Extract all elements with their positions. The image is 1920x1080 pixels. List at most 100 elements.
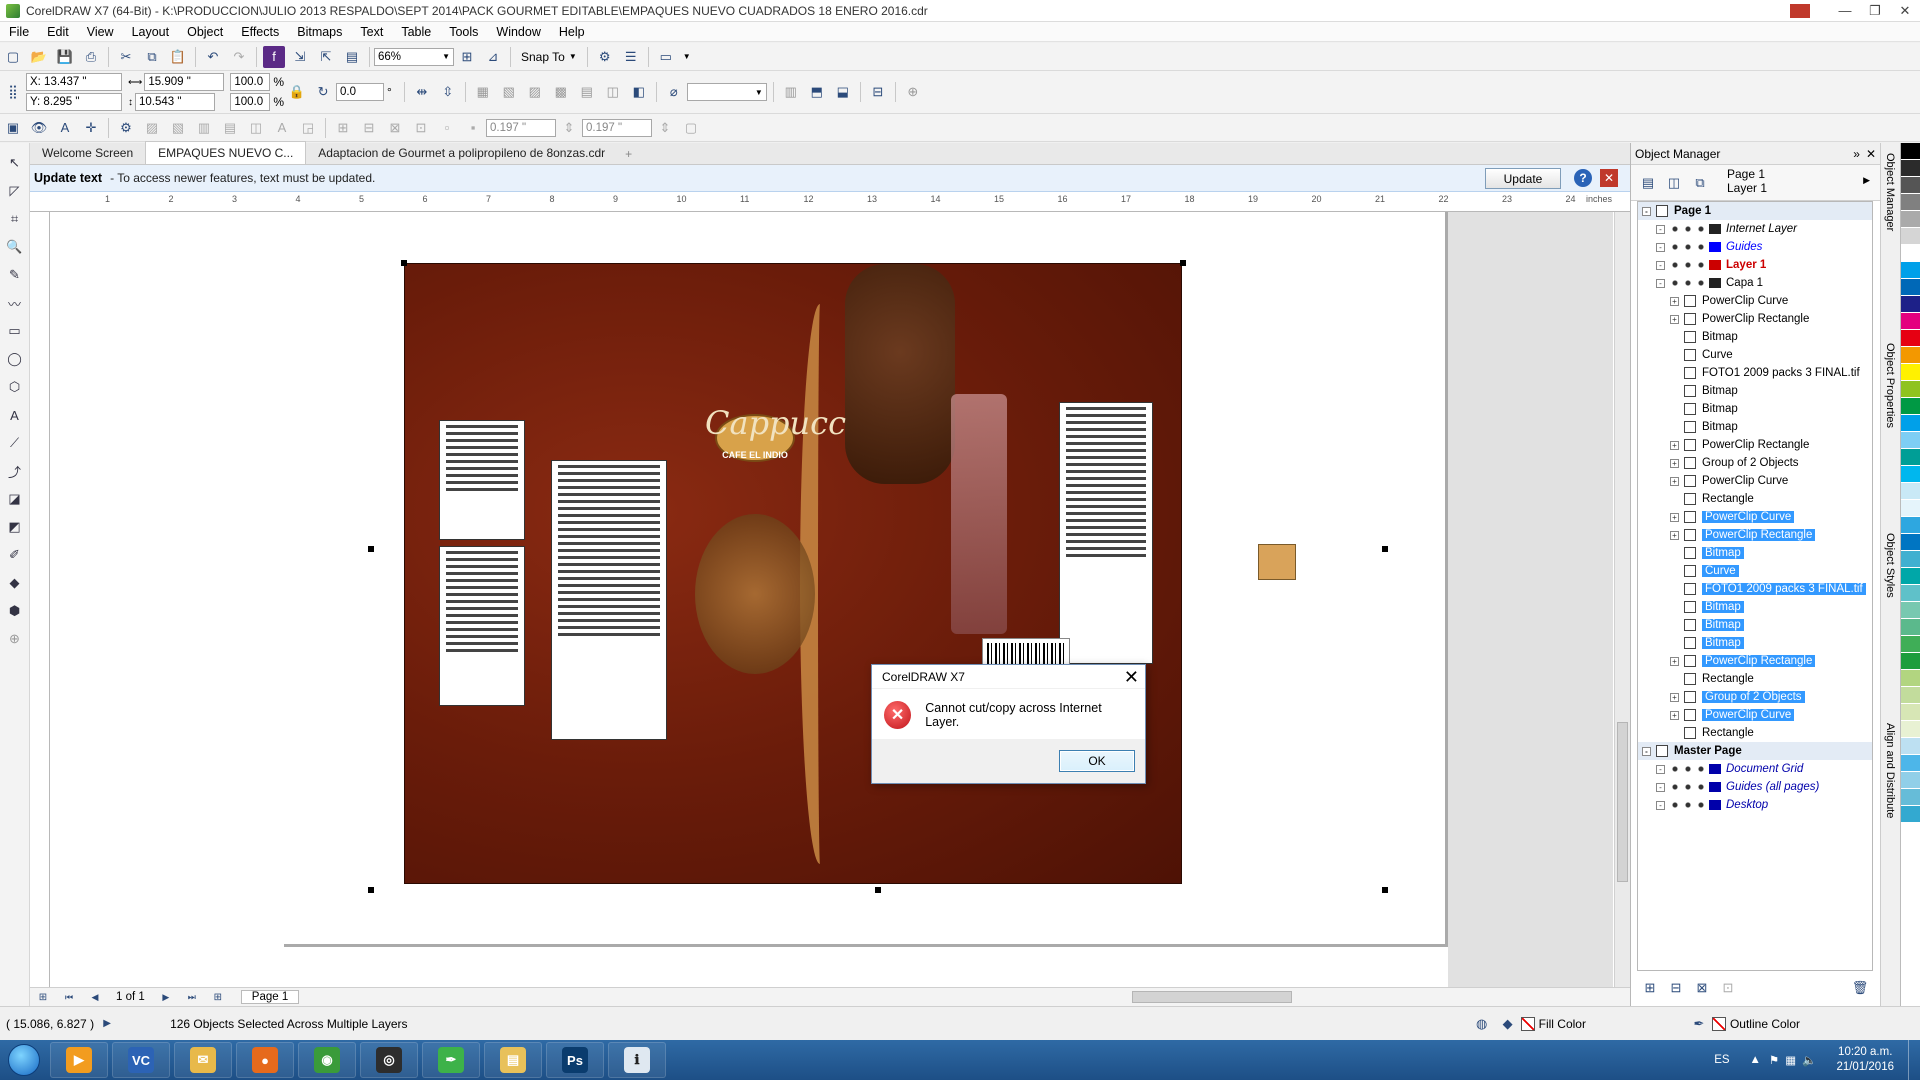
- palette-swatch[interactable]: [1901, 279, 1920, 296]
- nudge-distance-input[interactable]: 0.197 ": [486, 118, 556, 137]
- tree-layer-row[interactable]: - Guides (all pages): [1638, 778, 1872, 796]
- palette-swatch[interactable]: [1901, 364, 1920, 381]
- menu-layout[interactable]: Layout: [123, 25, 179, 39]
- print-icon[interactable]: [1683, 783, 1693, 791]
- last-page-icon[interactable]: ⏭: [181, 986, 203, 1008]
- rotate-icon[interactable]: ↻: [312, 81, 334, 103]
- show-rulers-icon[interactable]: ⊿: [482, 46, 504, 68]
- expand-toggle-icon[interactable]: +: [1670, 512, 1679, 522]
- palette-swatch[interactable]: [1901, 381, 1920, 398]
- next-page-icon[interactable]: ▶: [155, 986, 177, 1008]
- dimmed-tool-icon[interactable]: ▤: [219, 117, 241, 139]
- publish-pdf-icon[interactable]: ▤: [341, 46, 363, 68]
- dimmed-tool-icon[interactable]: ⊟: [358, 117, 380, 139]
- selection-handle[interactable]: [1180, 260, 1186, 266]
- taskbar-app-firefox[interactable]: ●: [236, 1042, 294, 1078]
- outline-pen-icon[interactable]: ✒: [1688, 1013, 1710, 1035]
- eye-icon[interactable]: [1670, 765, 1680, 773]
- horizontal-scroll-thumb[interactable]: [1132, 991, 1292, 1003]
- tree-object-row[interactable]: + PowerClip Rectangle: [1638, 436, 1872, 454]
- expand-toggle-icon[interactable]: -: [1656, 764, 1665, 774]
- delete-icon[interactable]: 🗑: [1849, 977, 1871, 999]
- duplicate-distance-input[interactable]: 0.197 ": [582, 118, 652, 137]
- tree-object-row[interactable]: + PowerClip Rectangle: [1638, 526, 1872, 544]
- horizontal-ruler[interactable]: inches 1 2 3 4 5 6 7 8 9 10 11 12 13 14 15 16 17 18 19 20 21…: [30, 192, 1630, 212]
- to-back-icon[interactable]: ⬓: [832, 81, 854, 103]
- group-icon[interactable]: ▦: [472, 81, 494, 103]
- pick-tool-icon[interactable]: ↖: [4, 152, 26, 174]
- tree-object-row[interactable]: Bitmap: [1638, 418, 1872, 436]
- drawing-canvas[interactable]: CAFE EL INDIO Cappucc CorelDRAW X7 ✕ ✕ C…: [50, 212, 1615, 989]
- expand-toggle-icon[interactable]: +: [1670, 692, 1679, 702]
- add-tool-icon[interactable]: ⊕: [4, 628, 26, 650]
- expand-toggle-icon[interactable]: -: [1642, 206, 1651, 216]
- palette-swatch[interactable]: [1901, 330, 1920, 347]
- width-input[interactable]: 15.909 ": [144, 73, 225, 91]
- palette-swatch[interactable]: [1901, 568, 1920, 585]
- palette-swatch[interactable]: [1901, 806, 1920, 823]
- menu-effects[interactable]: Effects: [232, 25, 288, 39]
- palette-swatch[interactable]: [1901, 670, 1920, 687]
- palette-swatch[interactable]: [1901, 687, 1920, 704]
- dimmed-tool-icon[interactable]: ▨: [141, 117, 163, 139]
- eye-icon[interactable]: [1670, 783, 1680, 791]
- selection-handle[interactable]: [875, 887, 881, 893]
- taskbar-app-outlook[interactable]: ✉: [174, 1042, 232, 1078]
- palette-swatch[interactable]: [1901, 211, 1920, 228]
- docker-tab-object-properties[interactable]: Object Properties: [1884, 343, 1896, 428]
- dimmed-tool-icon[interactable]: ◲: [297, 117, 319, 139]
- y-position-input[interactable]: Y: 8.295 ": [26, 93, 122, 111]
- menu-bitmaps[interactable]: Bitmaps: [288, 25, 351, 39]
- tree-object-row[interactable]: Bitmap: [1638, 400, 1872, 418]
- redo-icon[interactable]: ↷: [228, 46, 250, 68]
- outline-color-swatch[interactable]: [1711, 1016, 1726, 1031]
- palette-swatch[interactable]: [1901, 755, 1920, 772]
- menu-object[interactable]: Object: [178, 25, 232, 39]
- tree-layer-row[interactable]: - Desktop: [1638, 796, 1872, 814]
- play-icon[interactable]: ▶: [96, 1013, 118, 1035]
- to-front-icon[interactable]: ⬒: [806, 81, 828, 103]
- dialog-close-icon[interactable]: ✕: [1124, 667, 1139, 688]
- palette-swatch[interactable]: [1901, 585, 1920, 602]
- taskbar-app-explorer[interactable]: ▤: [484, 1042, 542, 1078]
- restore-button[interactable]: ❐: [1860, 0, 1890, 22]
- tab-adaptacion-gourmet[interactable]: Adaptacion de Gourmet a polipropileno de…: [306, 142, 617, 164]
- mirror-horizontal-icon[interactable]: ⇹: [411, 81, 433, 103]
- show-desktop-button[interactable]: [1908, 1040, 1920, 1080]
- taskbar-app-chrome[interactable]: ◉: [298, 1042, 356, 1078]
- eye-icon[interactable]: [1670, 243, 1680, 251]
- object-manager-menu-icon[interactable]: ▶: [1863, 175, 1870, 186]
- palette-swatch[interactable]: [1901, 296, 1920, 313]
- palette-swatch[interactable]: [1901, 347, 1920, 364]
- lock-icon[interactable]: [1696, 261, 1706, 269]
- palette-swatch[interactable]: [1901, 789, 1920, 806]
- lock-icon[interactable]: [1696, 279, 1706, 287]
- expand-toggle-icon[interactable]: +: [1670, 440, 1679, 450]
- polygon-tool-icon[interactable]: ⬡: [4, 376, 26, 398]
- page-tab[interactable]: Page 1: [240, 990, 300, 1004]
- dimmed-tool-icon[interactable]: ◫: [245, 117, 267, 139]
- selection-handle[interactable]: [1382, 887, 1388, 893]
- palette-swatch[interactable]: [1901, 517, 1920, 534]
- lock-icon[interactable]: [1696, 765, 1706, 773]
- welcome-screen-icon[interactable]: ▭: [655, 46, 677, 68]
- add-page-icon[interactable]: ⊞: [32, 986, 54, 1008]
- palette-swatch[interactable]: [1901, 466, 1920, 483]
- search-content-icon[interactable]: f: [263, 45, 285, 68]
- edit-across-layers-icon[interactable]: ◫: [1663, 172, 1685, 194]
- vertical-scrollbar[interactable]: [1614, 212, 1630, 1006]
- x-position-input[interactable]: X: 13.437 ": [26, 73, 122, 91]
- drop-shadow-icon[interactable]: ◪: [4, 488, 26, 510]
- weld-icon[interactable]: ◫: [602, 81, 624, 103]
- palette-swatch[interactable]: [1901, 432, 1920, 449]
- combine-icon[interactable]: ▩: [550, 81, 572, 103]
- tree-object-row[interactable]: + PowerClip Curve: [1638, 472, 1872, 490]
- menu-help[interactable]: Help: [550, 25, 594, 39]
- user-account-icon[interactable]: [1790, 3, 1810, 18]
- new-layer-icon[interactable]: ⊞: [1639, 977, 1661, 999]
- taskbar-app-photoshop[interactable]: Ps: [546, 1042, 604, 1078]
- tab-welcome-screen[interactable]: Welcome Screen: [30, 142, 145, 164]
- menu-view[interactable]: View: [78, 25, 123, 39]
- tree-object-row[interactable]: + PowerClip Curve: [1638, 508, 1872, 526]
- new-document-icon[interactable]: ▢: [2, 46, 24, 68]
